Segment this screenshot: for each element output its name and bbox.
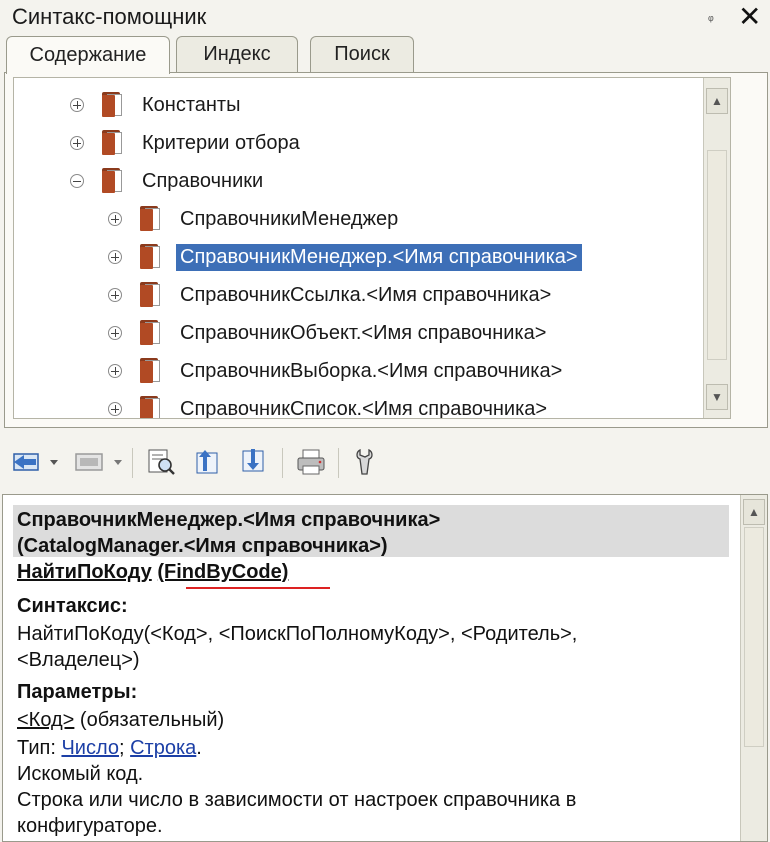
expand-icon[interactable] bbox=[108, 364, 122, 378]
tree-item-catalogs-manager[interactable]: СправочникиМенеджер bbox=[108, 200, 402, 238]
method-name-en: (FindByCode) bbox=[157, 561, 289, 583]
help-toolbar bbox=[0, 440, 770, 490]
parameters-heading: Параметры: bbox=[17, 681, 138, 703]
tree-item-catalog-ref[interactable]: СправочникСсылка.<Имя справочника> bbox=[108, 276, 555, 314]
tree-item-constants[interactable]: Константы bbox=[70, 86, 244, 124]
back-icon bbox=[13, 453, 58, 471]
window-title: Синтакс-помощник bbox=[12, 4, 207, 29]
parameter-type-line: Тип: Число; Строка. bbox=[17, 737, 202, 760]
title-bar: Синтакс-помощник ᵩ ✕ bbox=[0, 0, 770, 34]
type-prefix: Тип: bbox=[17, 737, 62, 759]
type-end: . bbox=[196, 737, 202, 759]
book-icon bbox=[140, 396, 162, 418]
syntax-line: <Владелец>) bbox=[17, 649, 140, 671]
print-button[interactable] bbox=[292, 446, 330, 478]
sync-down-button[interactable] bbox=[236, 446, 272, 478]
sync-up-icon bbox=[196, 450, 218, 474]
expand-icon[interactable] bbox=[108, 250, 122, 264]
description-panel: СправочникМенеджер.<Имя справочника> (Ca… bbox=[2, 494, 768, 842]
scroll-up-icon[interactable]: ▲ bbox=[706, 88, 728, 114]
type-separator: ; bbox=[118, 737, 131, 759]
method-title: НайтиПоКоду (FindByCode) bbox=[17, 561, 288, 584]
tree-item-label-selected: СправочникМенеджер.<Имя справочника> bbox=[176, 243, 582, 271]
method-name-ru: НайтиПоКоду bbox=[17, 561, 152, 583]
expand-icon[interactable] bbox=[108, 212, 122, 226]
parameter-description: Искомый код. bbox=[17, 763, 144, 785]
close-icon[interactable]: ✕ bbox=[738, 0, 761, 33]
tree-item-catalogs[interactable]: Справочники bbox=[70, 162, 267, 200]
expand-icon[interactable] bbox=[70, 136, 84, 150]
tree-item-label: СправочникСписок.<Имя справочника> bbox=[180, 397, 548, 419]
tree-item-label: Константы bbox=[142, 93, 241, 116]
expand-icon[interactable] bbox=[108, 326, 122, 340]
book-icon bbox=[140, 320, 162, 346]
find-in-text-button[interactable] bbox=[142, 446, 180, 478]
tree-item-catalog-object[interactable]: СправочникОбъект.<Имя справочника> bbox=[108, 314, 550, 352]
description-object-title-en: (CatalogManager.<Имя справочника>) bbox=[17, 535, 388, 557]
book-icon bbox=[102, 130, 124, 156]
tab-index[interactable]: Индекс bbox=[176, 36, 298, 72]
tab-contents[interactable]: Содержание bbox=[6, 36, 170, 74]
tree-scrollbar[interactable]: ▲ ▼ bbox=[703, 78, 730, 418]
type-link-string[interactable]: Строка bbox=[130, 737, 196, 759]
tab-search[interactable]: Поиск bbox=[310, 36, 414, 72]
type-link-number[interactable]: Число bbox=[61, 737, 119, 759]
tree-item-catalog-manager[interactable]: СправочникМенеджер.<Имя справочника> bbox=[108, 238, 582, 276]
parameter-required: (обязательный) bbox=[74, 709, 225, 731]
scroll-down-icon[interactable]: ▼ bbox=[706, 384, 728, 410]
sync-down-icon bbox=[242, 449, 264, 472]
tree-item-catalog-list[interactable]: СправочникСписок.<Имя справочника> bbox=[108, 390, 551, 419]
expand-icon[interactable] bbox=[108, 288, 122, 302]
tree-item-label: СправочникиМенеджер bbox=[180, 207, 399, 230]
find-in-text-icon bbox=[148, 449, 175, 475]
expand-icon[interactable] bbox=[108, 402, 122, 416]
parameter-description: конфигураторе. bbox=[17, 815, 163, 837]
forward-icon bbox=[75, 453, 122, 471]
back-button[interactable] bbox=[10, 446, 62, 478]
description-object-title: СправочникМенеджер.<Имя справочника> bbox=[17, 509, 441, 531]
syntax-heading: Синтаксис: bbox=[17, 595, 128, 617]
tree-item-filter-criteria[interactable]: Критерии отбора bbox=[70, 124, 304, 162]
scroll-thumb[interactable] bbox=[744, 527, 764, 747]
tree-item-catalog-selection[interactable]: СправочникВыборка.<Имя справочника> bbox=[108, 352, 566, 390]
pin-icon[interactable]: ᵩ bbox=[708, 8, 714, 23]
scroll-up-icon[interactable]: ▲ bbox=[743, 499, 765, 525]
settings-button[interactable] bbox=[348, 446, 382, 478]
red-underline-highlight bbox=[186, 587, 330, 589]
contents-panel: Константы Критерии отбора Справочники Сп… bbox=[4, 72, 768, 428]
tree-item-label: СправочникВыборка.<Имя справочника> bbox=[180, 359, 563, 382]
toolbar-separator bbox=[132, 448, 133, 478]
toolbar-separator bbox=[338, 448, 339, 478]
tree-item-label: Критерии отбора bbox=[142, 131, 300, 154]
book-icon bbox=[140, 358, 162, 384]
print-icon bbox=[297, 449, 325, 475]
syntax-line: НайтиПоКоду(<Код>, <ПоискПоПолномуКоду>,… bbox=[17, 623, 578, 645]
expand-icon[interactable] bbox=[70, 98, 84, 112]
contents-tree: Константы Критерии отбора Справочники Сп… bbox=[13, 77, 731, 419]
parameter-line: <Код> (обязательный) bbox=[17, 709, 224, 732]
collapse-icon[interactable] bbox=[70, 174, 84, 188]
sync-up-button[interactable] bbox=[190, 446, 226, 478]
tree-item-label: Справочники bbox=[142, 169, 264, 192]
scroll-thumb[interactable] bbox=[707, 150, 727, 360]
book-icon bbox=[102, 168, 124, 194]
description-scrollbar[interactable]: ▲ bbox=[740, 495, 767, 841]
book-icon bbox=[140, 282, 162, 308]
toolbar-separator bbox=[282, 448, 283, 478]
wrench-icon bbox=[356, 448, 373, 475]
parameter-name[interactable]: <Код> bbox=[17, 709, 74, 731]
book-icon bbox=[102, 92, 124, 118]
forward-button[interactable] bbox=[72, 446, 126, 478]
book-icon bbox=[140, 206, 162, 232]
tree-item-label: СправочникСсылка.<Имя справочника> bbox=[180, 283, 552, 306]
book-icon bbox=[140, 244, 162, 270]
parameter-description: Строка или число в зависимости от настро… bbox=[17, 789, 577, 811]
tree-item-label: СправочникОбъект.<Имя справочника> bbox=[180, 321, 547, 344]
